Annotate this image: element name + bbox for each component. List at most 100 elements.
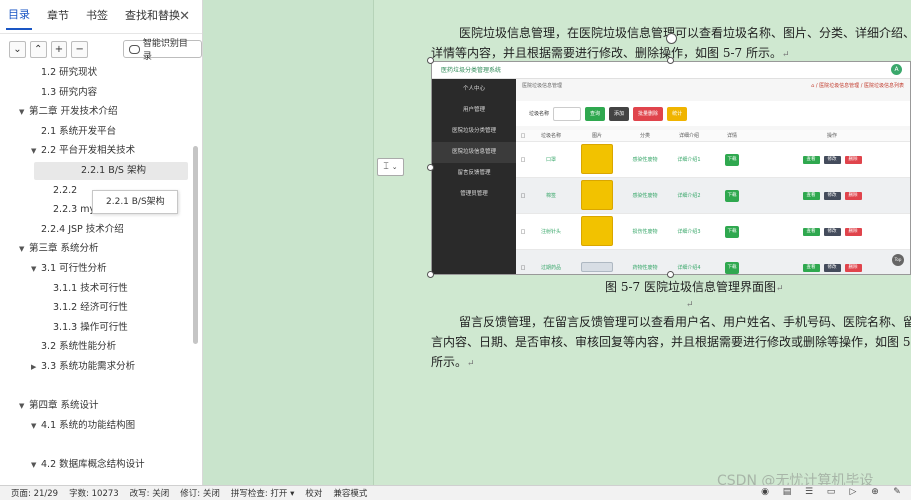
toc-item[interactable]: 1.2 研究现状 [0,64,188,82]
expand-arrow-icon[interactable]: ▼ [31,456,36,474]
toc-item-label: 3.3 系统功能需求分析 [41,361,136,372]
toc-item[interactable]: ▼ 第四章 系统设计 [0,397,188,415]
nav-tabs: 目录 章节 书签 查找和替换 [0,0,202,34]
page-view-icon[interactable]: ▤ [781,487,793,498]
add-heading-button[interactable]: + [50,40,68,58]
status-word-count[interactable]: 字数: 10273 [69,487,119,499]
status-page[interactable]: 页面: 21/29 [11,487,58,499]
toc-item[interactable]: ▼ 第三章 系统分析 [0,240,188,258]
rotate-handle-icon[interactable] [666,33,677,44]
toc-item-label: 1.2 研究现状 [41,67,98,78]
para2-line2: 言内容、日期、是否审核、审核回复等内容，并且根据需要进行修改或删除等操作，如图 … [431,335,911,349]
fig-row-checkbox: □ [520,192,526,199]
globe-icon[interactable]: ⊕ [869,487,881,498]
fig-op-button: 查看 [802,155,820,164]
toc-item[interactable]: 3.2 系统性能分析 [0,338,188,356]
expand-arrow-icon[interactable]: ▼ [19,240,24,258]
collapse-all-button[interactable]: ⌄ [9,40,26,58]
toc-spacer [0,436,188,454]
toc-item[interactable]: ▼ 4.1 系统的功能结构图 [0,417,188,435]
figure-caption: 图 5-7 医院垃圾信息管理界面图↵ [605,280,784,294]
layout-options-button[interactable]: ⌶ ⌄ [377,158,404,176]
toc-item[interactable]: 3.1.2 经济可行性 [0,299,188,317]
fig-cell-view: 下载 [710,261,754,274]
fig-thumbnail [581,179,613,210]
toc-item[interactable]: ▶ 3.3 系统功能需求分析 [0,358,188,376]
fig-search-label: 垃圾名称 [529,111,550,117]
fig-row-actions: 查看 修改 删除 [801,155,864,164]
status-spell-check[interactable]: 拼写检查: 打开 ▾ [231,487,295,499]
toc-item[interactable]: 3.1.1 技术可行性 [0,280,188,298]
fig-cell-image [572,179,622,212]
outline-icon[interactable]: ☰ [803,487,815,498]
play-icon[interactable]: ▷ [847,487,859,498]
expand-all-button[interactable]: ⌃ [29,40,47,58]
fig-cell-name: 棉签 [545,193,556,199]
fig-op-button: 查看 [802,191,820,200]
toc-item[interactable]: ▼ 第二章 开发技术介绍 [0,103,188,121]
fig-breadcrumb: 医院垃圾信息管理 ⌂ / 医院垃圾信息管理 / 医院垃圾信息列表 [516,79,910,92]
expand-arrow-icon[interactable]: ▼ [31,417,36,435]
collapse-arrow-icon[interactable]: ▶ [31,358,36,376]
fig-sidebar-item: 医院垃圾分类管理 [451,128,496,134]
fig-cell-name: 注射针头 [540,229,561,235]
tab-toc[interactable]: 目录 [6,4,32,30]
fig-op-button: 修改 [823,227,841,236]
fig-cell-category: 损伤性废物 [632,229,658,235]
expand-arrow-icon[interactable]: ▼ [19,103,24,121]
fig-cell-name: 过期药品 [540,265,561,271]
resize-handle-bm[interactable] [667,271,674,278]
fig-op-button: 删除 [844,155,862,164]
status-track-changes[interactable]: 修订: 关闭 [180,487,220,499]
eye-icon[interactable]: ◉ [759,487,771,498]
expand-arrow-icon[interactable]: ▼ [31,142,36,160]
resize-handle-tm[interactable] [667,57,674,64]
status-overtype[interactable]: 改写: 关闭 [130,487,170,499]
toc-item-label: 2.1 系统开发平台 [41,125,117,137]
fig-row-actions: 查看 修改 删除 [801,227,864,236]
toc-item-label: 2.2.1 B/S 架构 [81,165,146,176]
toc-item-label: 2.2 平台开发相关技术 [41,145,136,157]
toc-item[interactable]: 2.2.4 JSP 技术介绍 [0,221,188,239]
fig-row-checkbox: □ [520,228,526,235]
resize-handle-ml[interactable] [427,164,434,171]
view-mode-icons: ◉ ▤ ☰ ▭ ▷ ⊕ ✎ [749,487,903,498]
resize-handle-bl[interactable] [427,271,434,278]
tab-bookmarks[interactable]: 书签 [84,5,110,29]
fig-table-row: □ 注射针头 损伤性废物 详细介绍3 下载 查看 修改 删除 [516,214,910,250]
expand-arrow-icon[interactable]: ▼ [19,397,24,415]
smart-toc-button[interactable]: 智能识别目录 [123,39,202,62]
resize-handle-tl[interactable] [427,57,434,64]
tab-find-replace[interactable]: 查找和替换 [123,5,182,29]
fig-cell-image [572,143,622,176]
fig-thumbnail [581,143,613,174]
expand-arrow-icon[interactable]: ▼ [31,260,36,278]
toc-spacer [0,378,188,396]
embedded-screenshot[interactable]: 医药垃圾分类管理系统 A 个人中心 用户管理 医院垃圾分类管理 医院垃圾信息管理 留言反… [431,61,911,275]
toc-scrollbar[interactable] [193,146,198,344]
fig-download-button: 下载 [725,189,739,202]
toc-item[interactable]: ▼ 2.2 平台开发相关技术 [0,142,188,160]
toc-item[interactable]: 1.3 研究内容 [0,84,188,102]
toc-item-label: 3.2 系统性能分析 [41,341,117,353]
close-icon[interactable]: ✕ [179,9,190,24]
toc-item-label: 第二章 开发技术介绍 [29,106,118,118]
toc-item[interactable]: ▼ 3.1 可行性分析 [0,260,188,278]
remove-heading-button[interactable]: − [71,40,89,58]
pen-icon[interactable]: ✎ [891,487,903,498]
fig-thumbnail [581,261,613,272]
status-proofread[interactable]: 校对 [305,487,322,499]
toc-item[interactable]: 3.1.3 操作可行性 [0,319,188,337]
web-layout-icon[interactable]: ▭ [825,487,837,498]
fig-sidebar: 个人中心 用户管理 医院垃圾分类管理 医院垃圾信息管理 留言反馈管理 管理员管理 [432,79,516,274]
toc-item[interactable]: ▼ 4.2 数据库概念结构设计 [0,456,188,474]
toc-item[interactable]: 2.1 系统开发平台 [0,123,188,141]
document-gutter [203,0,373,485]
toc-item[interactable]: 2.2.1 B/S 架构 [34,162,188,180]
tab-chapters[interactable]: 章节 [45,5,71,29]
fig-op-button: 删除 [844,191,862,200]
fig-sidebar-item: 医院垃圾信息管理 [432,142,516,163]
fig-cell-image [572,261,622,274]
fig-cell-name: 口罩 [545,157,556,163]
fig-row-actions: 查看 修改 删除 [801,263,864,272]
